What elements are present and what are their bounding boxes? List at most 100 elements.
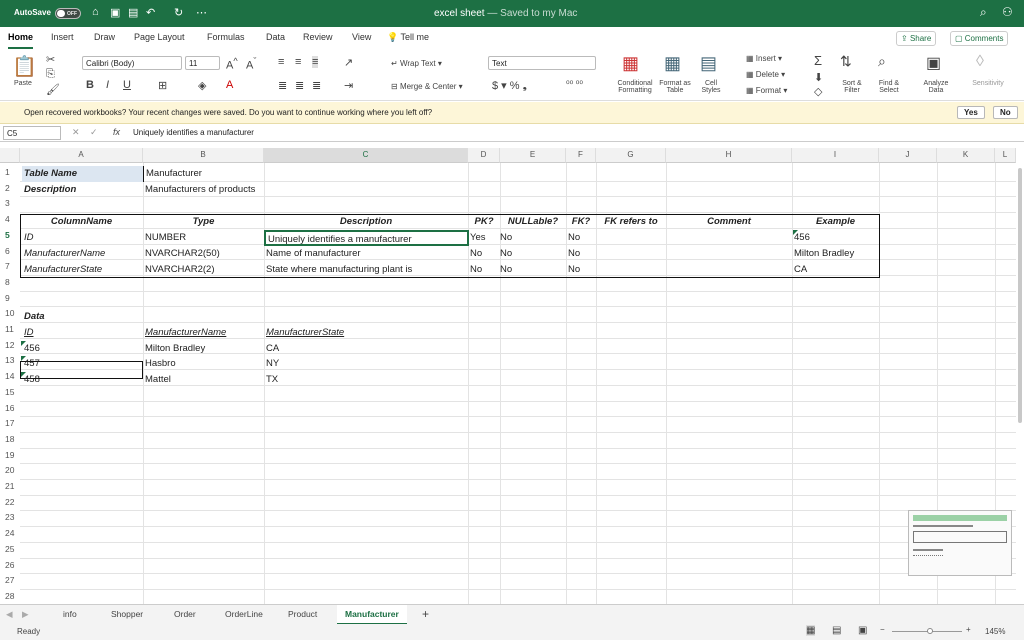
cell-b6[interactable]: NVARCHAR2(50) xyxy=(143,246,222,262)
row-header[interactable]: 12 xyxy=(0,338,20,354)
row-header[interactable]: 7 xyxy=(0,259,20,275)
redo-icon[interactable]: ↻ xyxy=(174,6,183,19)
font-select[interactable]: Calibri (Body) xyxy=(82,56,182,70)
row-header[interactable]: 24 xyxy=(0,526,20,542)
tab-review[interactable]: Review xyxy=(303,32,333,42)
cell-a1[interactable]: Table Name xyxy=(22,166,143,182)
col-header-g[interactable]: G xyxy=(596,148,666,163)
row-header[interactable]: 3 xyxy=(0,196,20,212)
cell-a11[interactable]: ID xyxy=(22,325,36,341)
cell-e6[interactable]: No xyxy=(498,246,514,262)
function-icon[interactable]: fx xyxy=(113,127,120,137)
cell-c6[interactable]: Name of manufacturer xyxy=(264,246,363,262)
cell-b4[interactable]: Type xyxy=(143,214,264,230)
cell-a4[interactable]: ColumnName xyxy=(20,214,143,230)
conditional-formatting-icon[interactable]: ▦ xyxy=(622,53,639,74)
row-header[interactable]: 20 xyxy=(0,463,20,479)
row-header[interactable]: 2 xyxy=(0,181,20,197)
tab-data[interactable]: Data xyxy=(266,32,285,42)
underline-icon[interactable]: U xyxy=(123,79,131,91)
print-icon[interactable]: ▤ xyxy=(128,6,138,19)
more-icon[interactable]: ⋯ xyxy=(196,6,207,19)
tab-view[interactable]: View xyxy=(352,32,371,42)
row-header[interactable]: 8 xyxy=(0,275,20,291)
row-header[interactable]: 16 xyxy=(0,401,20,417)
col-header-k[interactable]: K xyxy=(937,148,995,163)
row-header[interactable]: 10 xyxy=(0,306,20,322)
save-icon[interactable]: ▣ xyxy=(110,6,120,19)
zoom-in-icon[interactable]: + xyxy=(966,625,971,634)
tell-me[interactable]: 💡 Tell me xyxy=(387,32,429,43)
cell-h4[interactable]: Comment xyxy=(666,214,792,230)
cell-b2[interactable]: Manufacturers of products xyxy=(143,182,257,198)
cell-c12[interactable]: CA xyxy=(264,341,281,357)
cancel-icon[interactable]: ✕ xyxy=(72,127,80,138)
autosave-toggle[interactable]: OFF xyxy=(55,8,81,19)
cell-b11[interactable]: ManufacturerName xyxy=(143,325,228,341)
row-header[interactable]: 27 xyxy=(0,573,20,589)
cell-f4[interactable]: FK? xyxy=(566,214,596,230)
zoom-slider-thumb[interactable] xyxy=(927,628,933,634)
sort-filter-icon[interactable]: ⇅ xyxy=(840,53,852,70)
row-header[interactable]: 25 xyxy=(0,542,20,558)
paste-icon[interactable]: 📋 xyxy=(12,54,37,79)
formula-input[interactable]: Uniquely identifies a manufacturer xyxy=(133,128,254,137)
cell-g4[interactable]: FK refers to xyxy=(596,214,666,230)
row-header[interactable]: 5 xyxy=(0,228,20,244)
tab-insert[interactable]: Insert xyxy=(51,32,74,42)
sheet-thumbnail[interactable] xyxy=(908,510,1012,576)
align-left-icon[interactable]: ≣ xyxy=(278,79,287,92)
format-painter-icon[interactable]: 🖌 xyxy=(46,83,60,96)
cell-d4[interactable]: PK? xyxy=(468,214,500,230)
cell-a6[interactable]: ManufacturerName xyxy=(22,246,107,262)
yes-button[interactable]: Yes xyxy=(957,106,985,119)
cell-b7[interactable]: NVARCHAR2(2) xyxy=(143,262,217,278)
sheet-tab-order[interactable]: Order xyxy=(174,609,196,619)
normal-view-icon[interactable]: ▦ xyxy=(806,625,816,636)
cell-f7[interactable]: No xyxy=(566,262,582,278)
row-header[interactable]: 4 xyxy=(0,212,20,228)
people-icon[interactable]: ⚇ xyxy=(1002,5,1013,19)
align-center-icon[interactable]: ≣ xyxy=(295,79,304,92)
row-header[interactable]: 22 xyxy=(0,495,20,511)
cell-b13[interactable]: Hasbro xyxy=(143,356,178,372)
wrap-text-button[interactable]: ↵ Wrap Text ▾ xyxy=(391,59,442,68)
cell-a7[interactable]: ManufacturerState xyxy=(22,262,104,278)
select-all[interactable] xyxy=(0,148,20,163)
clear-icon[interactable]: ◇ xyxy=(814,85,822,98)
row-header[interactable]: 23 xyxy=(0,510,20,526)
col-header-d[interactable]: D xyxy=(468,148,500,163)
find-select-icon[interactable]: ⌕ xyxy=(878,53,886,70)
cell-e7[interactable]: No xyxy=(498,262,514,278)
decrease-font-icon[interactable]: Aˇ xyxy=(246,56,256,72)
sheet-tab-shopper[interactable]: Shopper xyxy=(111,609,143,619)
row-header[interactable]: 14 xyxy=(0,369,20,385)
next-sheet-icon[interactable]: ▶ xyxy=(22,609,29,620)
format-cells-button[interactable]: ▦ Format ▾ xyxy=(746,86,787,95)
currency-icon[interactable]: $ ▾ % ❟ xyxy=(492,79,527,93)
col-header-f[interactable]: F xyxy=(566,148,596,163)
cell-d6[interactable]: No xyxy=(468,246,484,262)
zoom-out-icon[interactable]: − xyxy=(880,625,885,634)
format-table-icon[interactable]: ▦ xyxy=(664,53,681,74)
cell-a2[interactable]: Description xyxy=(22,182,78,198)
cell-styles-icon[interactable]: ▤ xyxy=(700,53,717,74)
row-header[interactable]: 18 xyxy=(0,432,20,448)
increase-font-icon[interactable]: A^ xyxy=(226,56,238,72)
cut-icon[interactable]: ✂ xyxy=(46,53,55,66)
cell-f6[interactable]: No xyxy=(566,246,582,262)
fill-icon[interactable]: ⬇ xyxy=(814,71,823,84)
page-layout-view-icon[interactable]: ▤ xyxy=(832,625,841,636)
align-top-icon[interactable]: ≡ xyxy=(278,56,284,68)
orientation-icon[interactable]: ↗ xyxy=(344,56,353,69)
insert-cells-button[interactable]: ▦ Insert ▾ xyxy=(746,54,782,63)
cell-e5[interactable]: No xyxy=(498,230,514,246)
spreadsheet-grid[interactable]: A B C D E F G H I J K L 1 2 3 4 5 6 7 8 9 10 11 12 1… xyxy=(0,148,1016,604)
cell-c7[interactable]: State where manufacturing plant is xyxy=(264,262,414,278)
row-header[interactable]: 13 xyxy=(0,353,20,369)
fill-color-icon[interactable]: ◈ xyxy=(198,79,206,92)
indent-icon[interactable]: ⇥ xyxy=(344,79,353,92)
page-break-view-icon[interactable]: ▣ xyxy=(858,625,867,636)
cell-c13[interactable]: NY xyxy=(264,356,281,372)
row-header[interactable]: 1 xyxy=(0,165,20,181)
